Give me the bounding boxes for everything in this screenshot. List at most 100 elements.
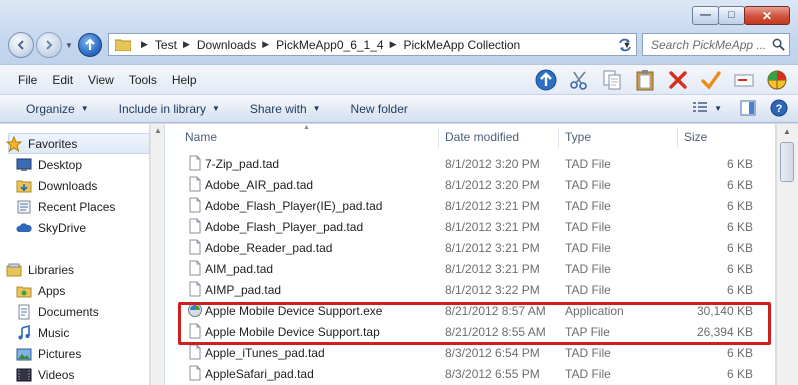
document-icon [187,176,203,195]
organize-button[interactable]: Organize ▼ [26,102,89,116]
file-type: TAD File [565,282,611,297]
menu-file[interactable]: File [18,73,37,87]
recent-places-icon [17,200,31,214]
column-divider[interactable] [558,128,559,148]
file-row[interactable]: Apple Mobile Device Support.exe 8/21/2012… [185,300,775,321]
nav-skydrive[interactable]: SkyDrive [16,220,86,236]
copy-icon[interactable] [599,67,625,93]
include-in-library-label: Include in library [118,101,206,116]
breadcrumb-separator-icon[interactable]: ▶ [390,39,397,50]
maximize-button[interactable]: □ [718,6,745,25]
pickmeapp-logo-icon[interactable] [764,67,790,93]
include-in-library-button[interactable]: Include in library ▼ [119,102,220,116]
column-divider[interactable] [438,128,439,148]
nav-desktop[interactable]: Desktop [16,157,82,173]
nav-documents[interactable]: Documents [18,304,99,320]
column-header-type[interactable]: Type [565,124,591,150]
file-size: 6 KB [726,156,753,171]
apps-library-icon [16,286,32,298]
nav-pictures-label: Pictures [38,347,82,361]
file-row[interactable]: Adobe_Reader_pad.tad 8/1/2012 3:21 PM TAD … [185,237,775,258]
file-row[interactable]: Apple Mobile Device Support.tap 8/21/2012… [185,321,775,342]
file-name: Adobe_Flash_Player(IE)_pad.tad [205,198,383,213]
column-type-label: Type [565,130,592,144]
file-row[interactable]: Adobe_Flash_Player_pad.tad 8/1/2012 3:21 … [185,216,775,237]
delete-icon[interactable] [665,67,691,93]
document-icon [187,239,203,258]
address-bar[interactable]: ▶ Test ▶ Downloads ▶ PickMeApp0_6_1_4 ▶ … [108,33,637,56]
file-list-scrollbar[interactable]: ▲ [776,124,798,385]
column-divider[interactable] [677,128,678,148]
preview-pane-icon [740,100,756,116]
menu-help[interactable]: Help [172,73,197,87]
file-date-modified: 8/1/2012 3:22 PM [445,282,540,297]
nav-videos[interactable]: Videos [16,367,74,383]
checkmark-icon[interactable] [698,67,724,93]
change-view-button[interactable]: ▼ [692,101,722,115]
menu-view[interactable]: View [88,73,114,87]
share-with-button[interactable]: Share with ▼ [250,102,321,116]
search-icon[interactable] [772,38,785,51]
file-date-modified: 8/1/2012 3:21 PM [445,198,540,213]
breadcrumb-separator-icon[interactable]: ▶ [262,39,269,50]
scrollbar-thumb[interactable] [780,142,794,182]
nav-libraries[interactable]: Libraries [6,262,74,278]
navigation-pane-scrollbar[interactable]: ▲ [150,124,164,385]
file-name: Apple_iTunes_pad.tad [205,345,325,360]
refresh-button[interactable] [612,33,638,56]
column-header-date-modified[interactable]: Date modified [445,124,519,150]
file-row[interactable]: Apple_iTunes_pad.tad 8/3/2012 6:54 PM TAD … [185,342,775,363]
column-header-size[interactable]: Size [684,124,707,150]
file-size: 6 KB [726,345,753,360]
file-row[interactable]: Adobe_AIR_pad.tad 8/1/2012 3:20 PM TAD Fil… [185,174,775,195]
file-row[interactable]: Adobe_Flash_Player(IE)_pad.tad 8/1/2012 3… [185,195,775,216]
breadcrumb-separator-icon[interactable]: ▶ [183,39,190,50]
breadcrumb-item[interactable]: PickMeApp0_6_1_4 [276,38,383,52]
scroll-up-arrow-icon[interactable]: ▲ [154,126,162,135]
file-size: 6 KB [726,366,753,381]
breadcrumb-item[interactable]: Downloads [197,38,256,52]
rename-icon[interactable] [731,67,757,93]
document-icon [187,218,203,237]
close-button[interactable]: ✕ [744,6,790,25]
nav-favorites[interactable]: Favorites [6,136,77,152]
file-date-modified: 8/1/2012 3:21 PM [445,261,540,276]
scroll-up-arrow-icon[interactable]: ▲ [783,127,791,136]
breadcrumb-item[interactable]: Test [155,38,177,52]
up-arrow-icon [85,38,95,50]
file-row[interactable]: AIMP_pad.tad 8/1/2012 3:22 PM TAD File 6 KB [185,279,775,300]
close-icon: ✕ [761,8,773,23]
breadcrumb-item[interactable]: PickMeApp Collection [404,38,521,52]
cut-icon[interactable] [566,67,592,93]
help-button[interactable]: ? [770,99,788,117]
libraries-icon [6,263,22,277]
minimize-button[interactable]: — [692,6,719,25]
back-button[interactable] [8,32,34,58]
file-row[interactable]: AIM_pad.tad 8/1/2012 3:21 PM TAD File 6 KB [185,258,775,279]
nav-apps[interactable]: Apps [16,283,65,299]
organize-label: Organize [26,101,75,116]
file-type: TAD File [565,219,611,234]
nav-pictures[interactable]: Pictures [16,346,82,362]
nav-music[interactable]: Music [18,325,69,341]
recent-pages-dropdown[interactable]: ▼ [64,41,74,50]
nav-recent-places[interactable]: Recent Places [17,199,115,215]
breadcrumb-separator-icon[interactable]: ▶ [141,39,148,50]
up-arrow-icon[interactable] [533,67,559,93]
file-size: 30,140 KB [696,303,753,318]
nav-downloads[interactable]: Downloads [16,178,97,194]
preview-pane-button[interactable] [740,100,756,116]
file-row[interactable]: AppleSafari_pad.tad 8/3/2012 6:55 PM TAD F… [185,363,775,384]
column-header-name[interactable]: Name [185,124,217,150]
music-icon [18,325,30,340]
up-level-button[interactable] [78,33,102,57]
forward-button[interactable] [36,32,62,58]
file-row[interactable]: 7-Zip_pad.tad 8/1/2012 3:20 PM TAD File 6 K… [185,153,775,174]
paste-icon[interactable] [632,67,658,93]
file-type: TAD File [565,345,611,360]
menu-tools[interactable]: Tools [129,73,157,87]
breadcrumb: ▶ Test ▶ Downloads ▶ PickMeApp0_6_1_4 ▶ … [135,38,520,52]
search-input[interactable]: Search PickMeApp ... [642,33,790,56]
new-folder-button[interactable]: New folder [351,102,408,116]
menu-edit[interactable]: Edit [52,73,73,87]
